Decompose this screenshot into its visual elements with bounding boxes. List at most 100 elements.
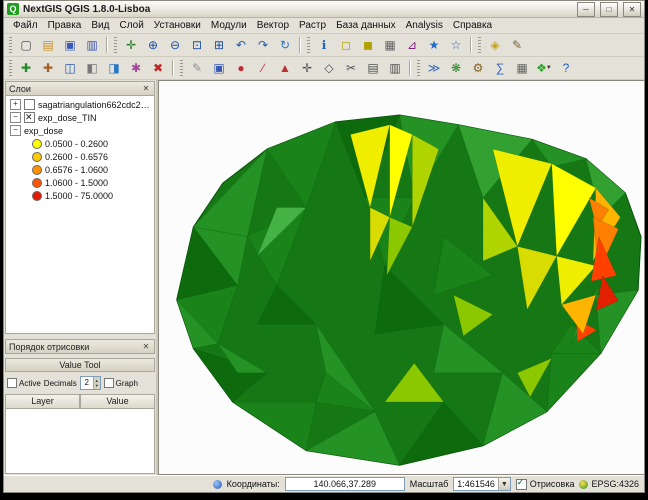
identify-features-icon[interactable]: ℹ [313,35,335,56]
menu-layer[interactable]: Слой [114,19,148,32]
raster-calculator-icon[interactable]: ▦ [511,58,533,79]
render-checkbox[interactable]: Отрисовка [516,479,575,490]
menu-analysis[interactable]: Analysis [401,19,448,32]
show-bookmarks-icon[interactable]: ☆ [445,35,467,56]
legend-class-item[interactable]: 1.5000 - 75.0000 [6,189,154,202]
new-shapefile-layer-icon[interactable]: ✱ [125,58,147,79]
active-checkbox-box[interactable] [7,378,17,388]
toolbar-grip[interactable] [307,37,310,53]
new-bookmark-icon[interactable]: ★ [423,35,445,56]
measure-line-icon[interactable]: ⊿ [401,35,423,56]
coordinates-value-field[interactable]: 140.066,37.289 [285,477,405,491]
layer-item-sagatriangulation[interactable]: + sagatriangulation662cdc2085044b35... [6,98,154,111]
layers-panel-title: Слои [9,84,141,94]
grass-tools-icon[interactable]: ❋ [445,58,467,79]
refresh-map-icon[interactable]: ↻ [274,35,296,56]
map-canvas[interactable] [158,80,644,475]
save-edits-icon[interactable]: ▣ [208,58,230,79]
expander-icon[interactable]: + [10,99,21,110]
deselect-features-icon[interactable]: ◼ [357,35,379,56]
zoom-to-layer-icon[interactable]: ⊞ [208,35,230,56]
graph-checkbox-box[interactable] [104,378,114,388]
capture-point-icon[interactable]: ● [230,58,252,79]
new-project-icon[interactable]: ▢ [15,35,37,56]
python-console-icon[interactable]: ≫ [423,58,445,79]
select-features-icon[interactable]: ◻ [335,35,357,56]
node-tool-icon[interactable]: ◇ [318,58,340,79]
column-header-layer[interactable]: Layer [5,394,80,409]
menu-plugins[interactable]: Модули [206,19,252,32]
toolbar-grip[interactable] [478,37,481,53]
toolbar-grip[interactable] [417,60,420,76]
maximize-button[interactable]: □ [600,2,618,17]
expander-icon[interactable]: − [10,112,21,123]
render-checkbox-box[interactable] [516,479,527,490]
add-spatialite-layer-icon[interactable]: ◧ [81,58,103,79]
map-tips-icon[interactable]: ◈ [484,35,506,56]
zoom-next-icon[interactable]: ↷ [252,35,274,56]
toolbar-grip[interactable] [9,37,12,53]
layers-panel-close-icon[interactable]: ✕ [141,84,151,93]
toolbar-grip[interactable] [9,60,12,76]
stepper-arrows-icon[interactable]: ▲▼ [93,377,100,389]
legend-class-item[interactable]: 1.0600 - 1.5000 [6,176,154,189]
legend-class-item[interactable]: 0.2600 - 0.6576 [6,150,154,163]
layer-visibility-checkbox[interactable] [24,112,35,123]
capture-polygon-icon[interactable]: ▲ [274,58,296,79]
layer-visibility-checkbox[interactable] [24,99,35,110]
statistics-icon[interactable]: ∑ [489,58,511,79]
menu-help[interactable]: Справка [448,19,497,32]
menu-file[interactable]: Файл [8,19,43,32]
save-project-as-icon[interactable]: ▥ [81,35,103,56]
active-checkbox[interactable]: Active [7,378,41,388]
column-header-value[interactable]: Value [80,394,155,409]
menu-edit[interactable]: Правка [43,19,87,32]
add-vector-layer-icon[interactable]: ✚ [15,58,37,79]
graph-checkbox[interactable]: Graph [104,378,138,388]
toggle-editing-icon[interactable]: ✎ [186,58,208,79]
decimals-stepper[interactable]: 2 ▲▼ [80,376,101,390]
menu-vector[interactable]: Вектор [252,19,294,32]
zoom-in-icon[interactable]: ⊕ [142,35,164,56]
zoom-full-extent-icon[interactable]: ⊡ [186,35,208,56]
remove-layer-icon[interactable]: ✖ [147,58,169,79]
layer-item-exp-dose-tin[interactable]: − exp_dose_TIN [6,111,154,124]
crs-status-badge[interactable]: EPSG:4326 [579,479,639,489]
toolbar-grip[interactable] [180,60,183,76]
pan-map-icon[interactable]: ✛ [120,35,142,56]
menu-raster[interactable]: Растр [294,19,331,32]
open-attribute-table-icon[interactable]: ▦ [379,35,401,56]
expander-icon[interactable]: − [10,125,21,136]
add-postgis-layer-icon[interactable]: ◫ [59,58,81,79]
menu-settings[interactable]: Установки [149,19,206,32]
minimize-button[interactable]: ─ [577,2,595,17]
coordinates-label[interactable]: Координаты: [227,479,280,489]
close-button[interactable]: ✕ [623,2,641,17]
save-project-icon[interactable]: ▣ [59,35,81,56]
plugin-manager-icon[interactable]: ❖▼ [533,58,555,79]
copy-features-icon[interactable]: ▤ [362,58,384,79]
menu-database[interactable]: База данных [331,19,401,32]
processing-toolbox-icon[interactable]: ⚙ [467,58,489,79]
menu-view[interactable]: Вид [86,19,114,32]
legend-class-item[interactable]: 0.0500 - 0.2600 [6,137,154,150]
add-wms-layer-icon[interactable]: ◨ [103,58,125,79]
scale-value: 1:461546 [457,479,495,489]
cut-features-icon[interactable]: ✂ [340,58,362,79]
zoom-last-icon[interactable]: ↶ [230,35,252,56]
legend-class-item[interactable]: 0.6576 - 1.0600 [6,163,154,176]
open-project-icon[interactable]: ▤ [37,35,59,56]
text-annotation-icon[interactable]: ✎ [506,35,528,56]
zoom-out-icon[interactable]: ⊖ [164,35,186,56]
chevron-down-icon[interactable]: ▼ [546,65,552,71]
capture-line-icon[interactable]: ∕ [252,58,274,79]
help-contents-icon[interactable]: ? [555,58,577,79]
scale-combobox[interactable]: 1:461546 ▼ [453,477,510,491]
toolbar-grip[interactable] [114,37,117,53]
add-raster-layer-icon[interactable]: ✚ [37,58,59,79]
move-feature-icon[interactable]: ✛ [296,58,318,79]
layer-item-exp-dose[interactable]: − exp_dose [6,124,154,137]
layer-order-panel-close-icon[interactable]: ✕ [141,342,151,351]
paste-features-icon[interactable]: ▥ [384,58,406,79]
chevron-down-icon[interactable]: ▼ [498,478,510,490]
